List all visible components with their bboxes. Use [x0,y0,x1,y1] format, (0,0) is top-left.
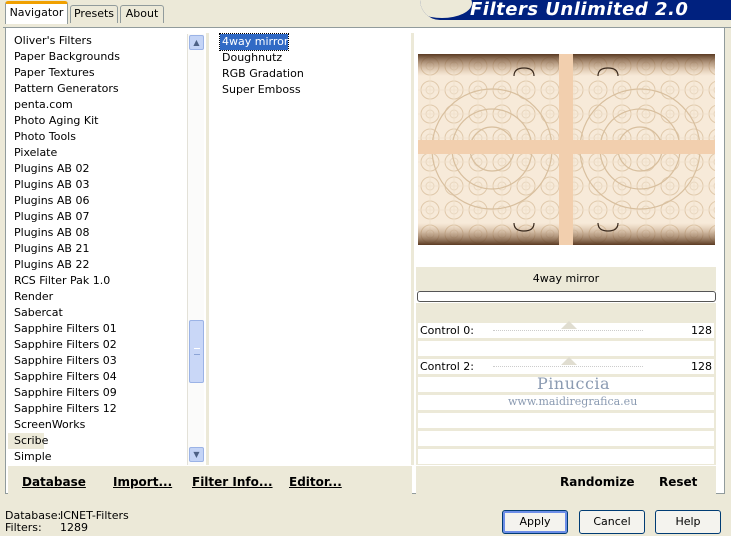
category-list[interactable]: Oliver's Filters Paper Backgrounds Paper T… [8,33,186,465]
selected-filter-name: 4way mirror [416,267,716,291]
category-item[interactable]: RCS Filter Pak 1.0 [8,273,186,289]
editor-button[interactable]: Editor... [289,475,342,489]
tab-presets[interactable]: Presets [70,5,118,23]
help-button[interactable]: Help [655,510,721,534]
randomize-button[interactable]: Randomize [560,475,634,489]
tab-about[interactable]: About [120,5,164,23]
import-button[interactable]: Import... [113,475,172,489]
category-item[interactable]: Plugins AB 08 [8,225,186,241]
category-item[interactable]: Plugins AB 02 [8,161,186,177]
control-2-label: Control 2: [420,360,474,373]
category-item[interactable]: Plugins AB 03 [8,177,186,193]
database-button[interactable]: Database [22,475,86,489]
progress-bar [417,291,716,302]
category-item[interactable]: Paper Backgrounds [8,49,186,65]
filter-item[interactable]: RGB Gradation [220,66,304,82]
scroll-down-button[interactable]: ▼ [189,447,204,462]
control-empty-row [418,413,714,428]
control-empty-row [418,341,714,356]
category-item[interactable]: Sapphire Filters 01 [8,321,186,337]
watermark-url: www.maidiregrafica.eu [508,395,638,408]
category-item[interactable]: Sapphire Filters 04 [8,369,186,385]
category-item[interactable]: Simple [8,449,186,465]
filter-item[interactable]: Doughnutz [220,50,282,66]
apply-button[interactable]: Apply [502,510,568,534]
filters-count: 1289 [60,521,88,534]
category-item[interactable]: Photo Tools [8,129,186,145]
filter-item[interactable]: Super Emboss [220,82,301,98]
left-button-bar: Database Import... Filter Info... Editor… [8,466,412,494]
category-item[interactable]: penta.com [8,97,186,113]
slider-thumb[interactable] [561,357,577,365]
category-item[interactable]: Pattern Generators [8,81,186,97]
category-item[interactable]: Sapphire Filters 09 [8,385,186,401]
category-item[interactable]: Sapphire Filters 12 [8,401,186,417]
control-0-value: 128 [691,324,712,337]
control-0-slider[interactable]: Control 0: 128 [418,321,714,338]
category-item[interactable]: Plugins AB 07 [8,209,186,225]
tab-navigator[interactable]: Navigator [5,1,68,24]
category-item[interactable]: Sapphire Filters 03 [8,353,186,369]
category-item[interactable]: Sapphire Filters 02 [8,337,186,353]
list-separator [411,33,414,465]
category-item[interactable]: Pixelate [8,145,186,161]
category-item[interactable]: Scribe [8,433,48,449]
banner-title: Filters Unlimited 2.0 [470,0,689,20]
title-banner: Filters Unlimited 2.0 [420,0,731,20]
category-item[interactable]: Plugins AB 06 [8,193,186,209]
category-item[interactable]: Render [8,289,186,305]
control-0-label: Control 0: [420,324,474,337]
filters-label: Filters: [5,521,42,534]
category-scrollbar[interactable]: ▲ ▼ [187,34,204,465]
slider-track [493,357,643,367]
category-item[interactable]: Plugins AB 21 [8,241,186,257]
scroll-up-button[interactable]: ▲ [189,35,204,50]
status-info: Database:ICNET-Filters Filters: 1289 [5,510,129,534]
category-item[interactable]: ScreenWorks [8,417,186,433]
filter-list[interactable]: 4way mirror Doughnutz RGB Gradation Super E… [218,33,410,98]
filter-item[interactable]: 4way mirror [218,33,290,51]
control-empty-row [418,431,714,446]
slider-track [493,321,643,331]
watermark-name: Pinuccia [537,374,611,393]
control-empty-row [418,449,714,464]
control-2-slider[interactable]: Control 2: 128 [418,357,714,374]
control-2-value: 128 [691,360,712,373]
reset-button[interactable]: Reset [659,475,697,489]
category-item[interactable]: Sabercat [8,305,186,321]
category-item[interactable]: Oliver's Filters [8,33,186,49]
right-button-bar: Randomize Reset [416,466,716,494]
grip-icon [194,348,200,355]
preview-margin [418,245,715,267]
cancel-button[interactable]: Cancel [579,510,645,534]
scroll-thumb[interactable] [189,320,204,383]
list-separator [206,33,209,465]
category-item[interactable]: Photo Aging Kit [8,113,186,129]
category-item[interactable]: Plugins AB 22 [8,257,186,273]
filter-info-button[interactable]: Filter Info... [192,475,273,489]
category-item[interactable]: Paper Textures [8,65,186,81]
preview-image [418,54,715,245]
slider-thumb[interactable] [561,321,577,329]
